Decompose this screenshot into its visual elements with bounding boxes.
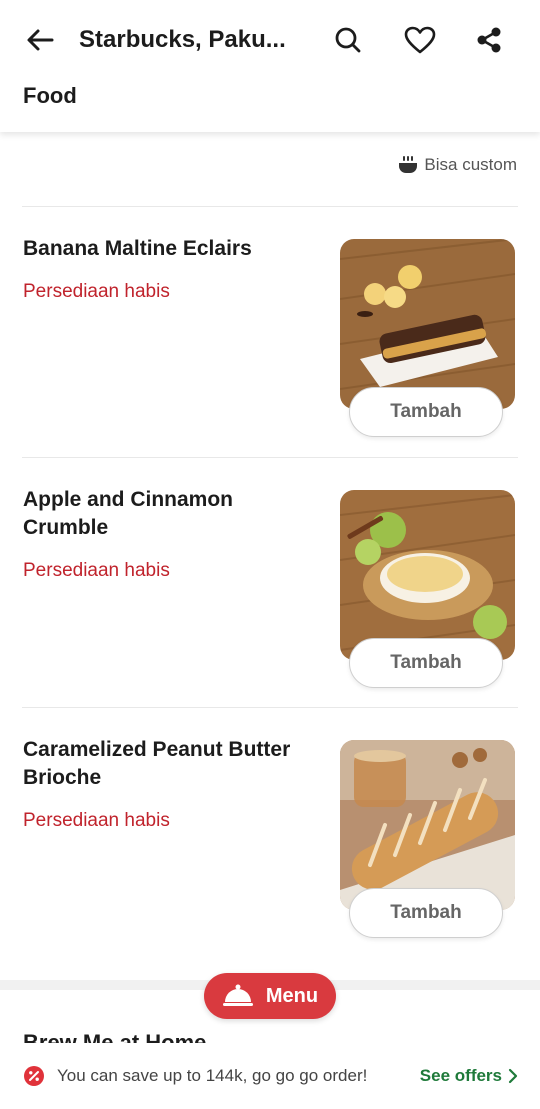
back-button[interactable] xyxy=(22,22,58,58)
menu-item[interactable]: Apple and Cinnamon Crumble Persediaan ha… xyxy=(0,458,540,708)
stock-status: Persediaan habis xyxy=(23,560,170,581)
add-button[interactable]: Tambah xyxy=(349,888,503,938)
offer-text: You can save up to 144k, go go go order! xyxy=(57,1066,368,1085)
add-button[interactable]: Tambah xyxy=(349,638,503,688)
favorite-button[interactable] xyxy=(400,20,440,60)
stock-status: Persediaan habis xyxy=(23,810,170,831)
search-icon xyxy=(335,27,361,53)
see-offers-link[interactable]: See offers xyxy=(420,1065,518,1087)
share-button[interactable] xyxy=(469,20,509,60)
item-photo xyxy=(340,490,515,660)
menu-item[interactable]: Banana Maltine Eclairs Persediaan habis … xyxy=(0,207,540,457)
cloche-icon xyxy=(222,984,253,1006)
section-title: Food xyxy=(23,83,77,108)
menu-item[interactable]: Caramelized Peanut Butter Brioche Persed… xyxy=(0,708,540,958)
item-photo xyxy=(340,239,515,409)
heart-icon xyxy=(404,26,436,54)
item-name: Apple and Cinnamon Crumble xyxy=(23,488,233,539)
menu-button-label: Menu xyxy=(265,984,319,1007)
search-button[interactable] xyxy=(328,20,368,60)
arrow-left-icon xyxy=(27,29,54,51)
custom-note-label: Bisa custom xyxy=(424,155,517,174)
discount-icon xyxy=(24,1066,44,1086)
custom-note: Bisa custom xyxy=(398,155,517,175)
offer-banner: You can save up to 144k, go go go order!… xyxy=(0,1043,540,1109)
item-name: Caramelized Peanut Butter Brioche xyxy=(23,738,291,789)
item-name: Banana Maltine Eclairs xyxy=(23,237,252,260)
bowl-icon xyxy=(399,156,418,173)
stock-status: Persediaan habis xyxy=(23,281,170,302)
top-app-bar: Starbucks, Paku... Food xyxy=(0,0,540,132)
menu-button[interactable]: Menu xyxy=(204,973,336,1019)
share-icon xyxy=(477,27,501,53)
page-title: Starbucks, Paku... xyxy=(79,26,286,53)
add-button[interactable]: Tambah xyxy=(349,387,503,437)
see-offers-label: See offers xyxy=(419,1066,502,1085)
item-photo xyxy=(340,740,515,910)
chevron-right-icon xyxy=(508,1068,518,1084)
